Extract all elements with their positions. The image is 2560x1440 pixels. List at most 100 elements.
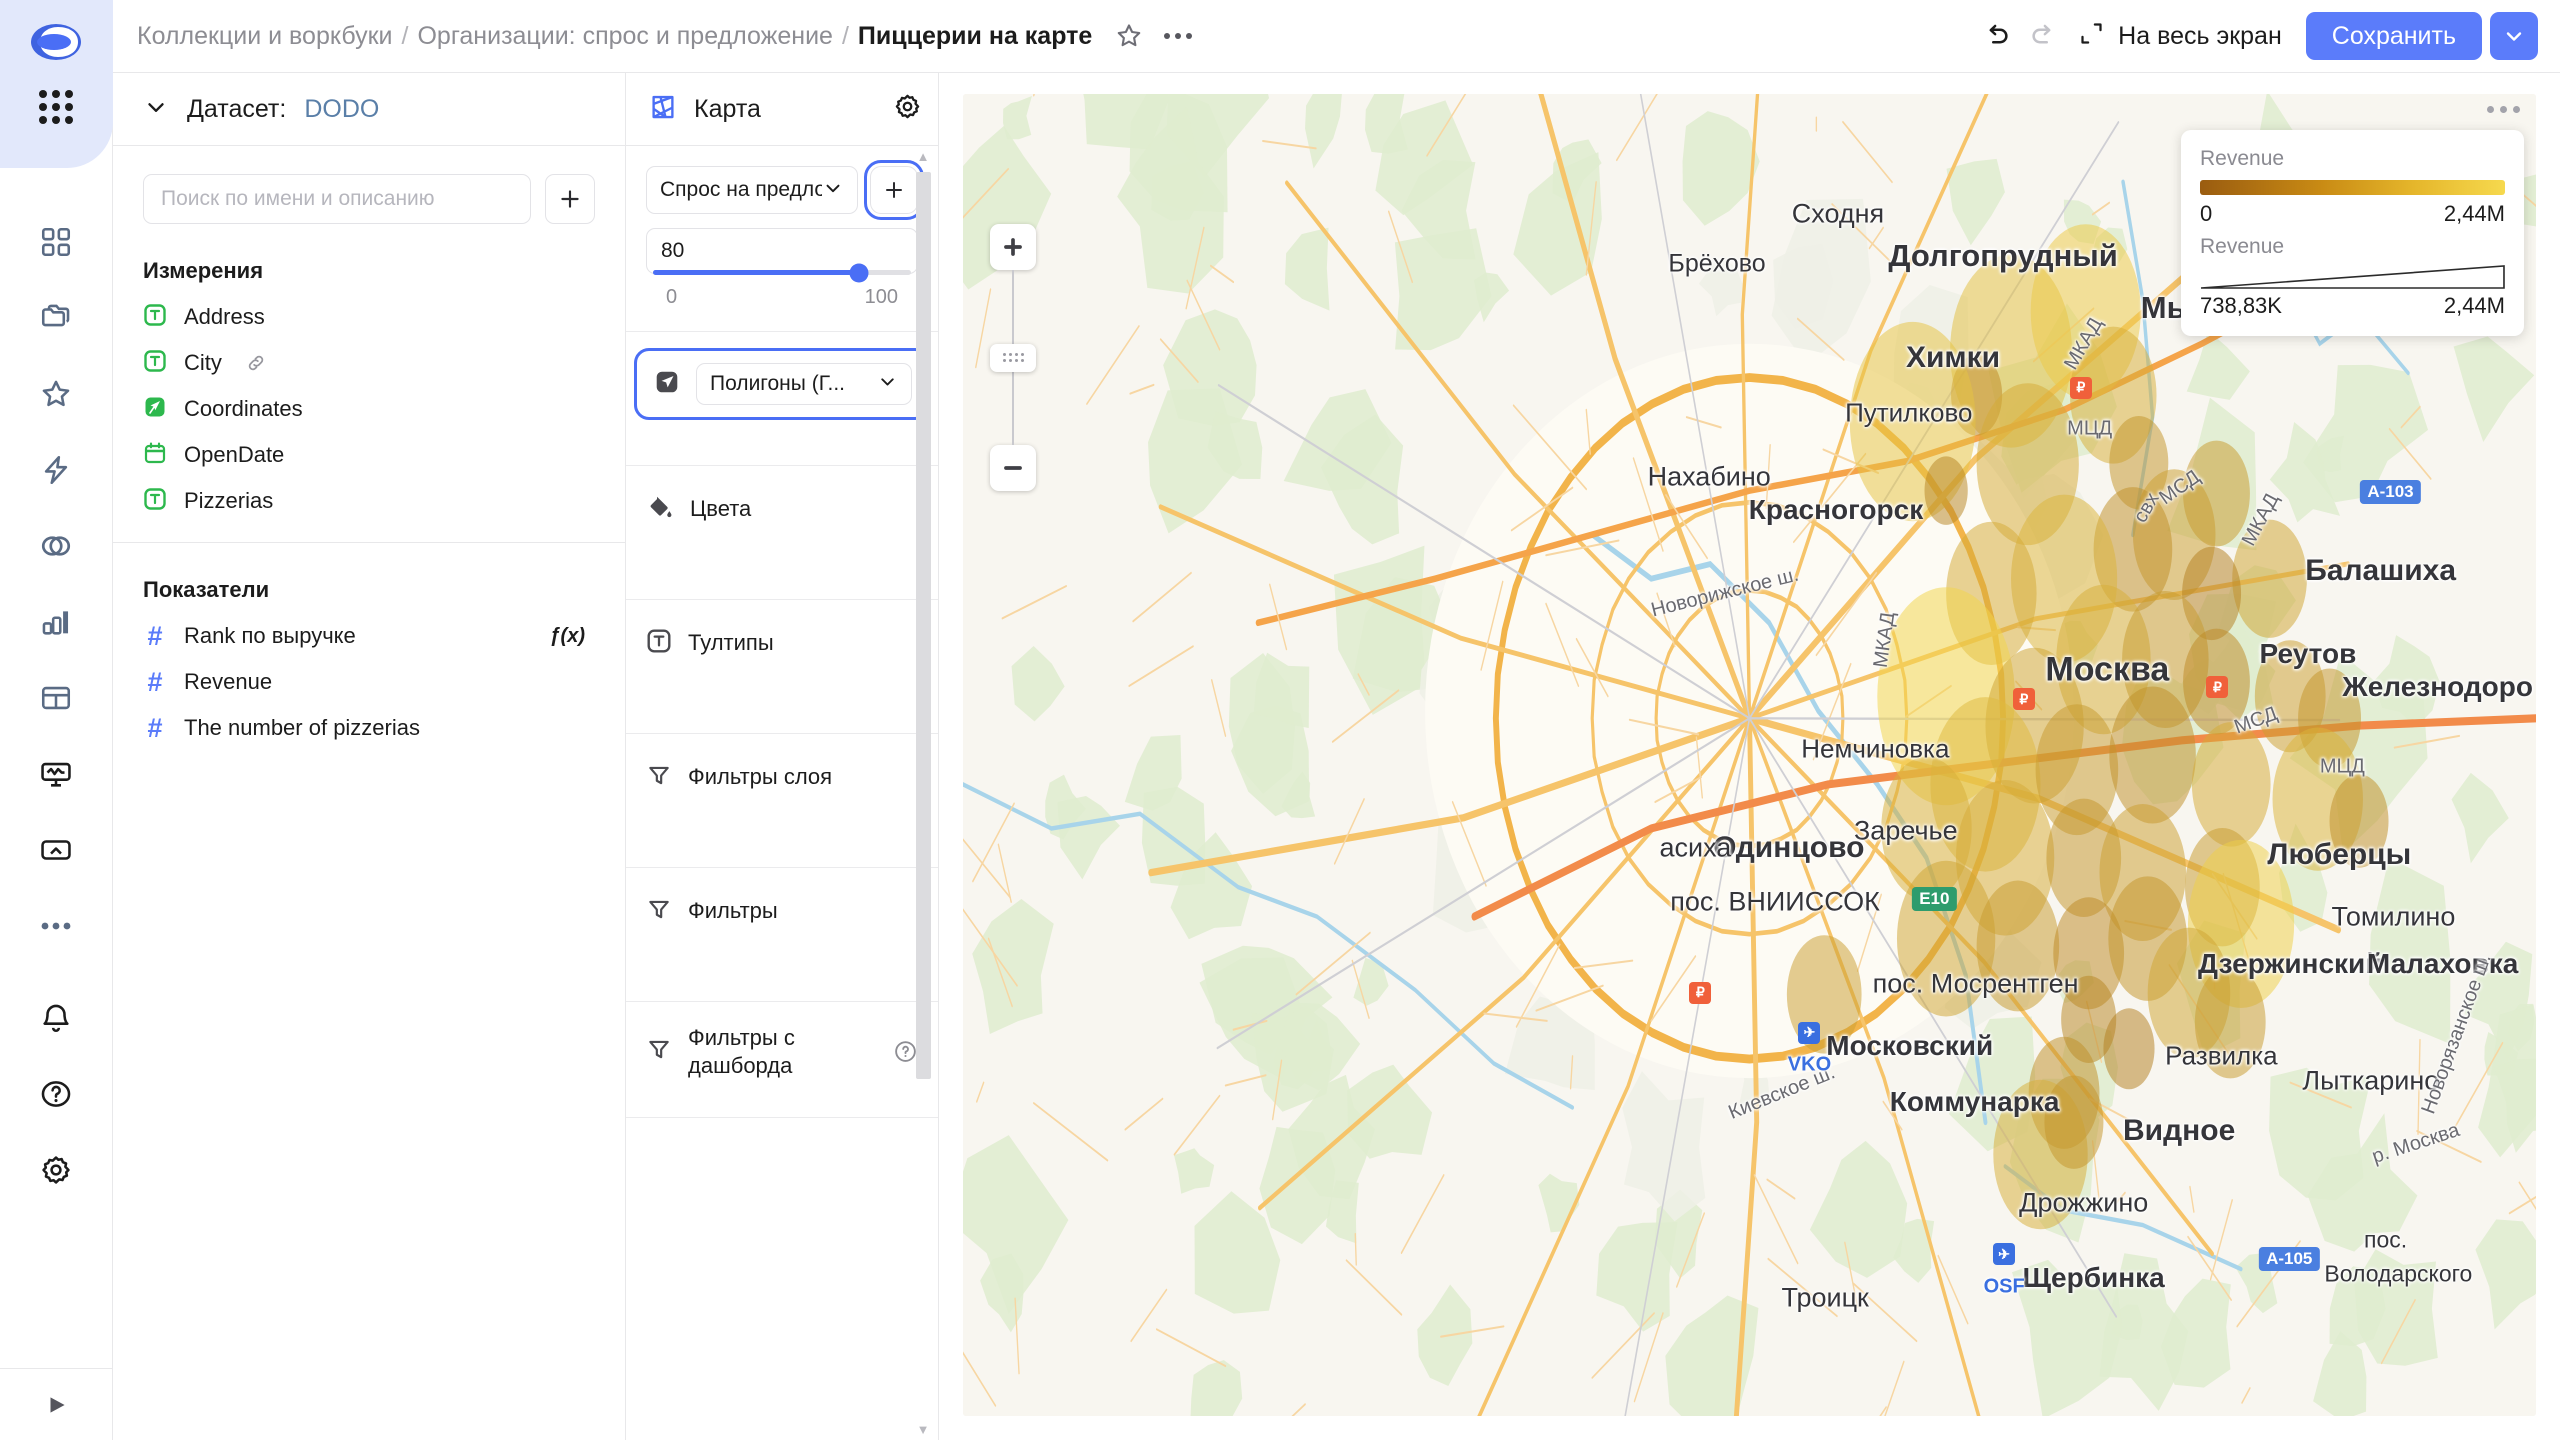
header-more-icon[interactable] bbox=[1164, 33, 1193, 39]
search-input-wrapper[interactable] bbox=[143, 174, 531, 224]
geometry-row[interactable]: Полигоны (Г... bbox=[634, 348, 930, 420]
map-zoom-controls bbox=[990, 224, 1036, 491]
list-item[interactable]: # Rank по выручке ƒ(x) bbox=[113, 613, 625, 659]
geometry-select[interactable]: Полигоны (Г... bbox=[696, 363, 912, 405]
section-label: Фильтры с дашборда bbox=[688, 1025, 795, 1078]
dataset-name[interactable]: DODO bbox=[304, 95, 379, 124]
text-field-icon bbox=[143, 349, 167, 378]
redo-arrow-icon[interactable] bbox=[2020, 13, 2066, 59]
legend-size-title: Revenue bbox=[2200, 235, 2285, 258]
rail-item-list bbox=[18, 204, 94, 964]
list-item[interactable]: # Revenue bbox=[113, 659, 625, 705]
chevron-up-icon[interactable]: ▲ bbox=[917, 150, 930, 163]
sidebar-item-tables[interactable] bbox=[18, 660, 94, 736]
filters-section-header[interactable]: Фильтры bbox=[626, 890, 938, 932]
field-label: Revenue bbox=[184, 669, 273, 694]
legend-color-gradient bbox=[2200, 180, 2505, 195]
chevron-down-icon[interactable]: ▼ bbox=[917, 1423, 930, 1436]
datalens-logo-icon[interactable] bbox=[28, 14, 84, 70]
legend-size-min: 738,83K bbox=[2200, 293, 2282, 318]
breadcrumb-item-current: Пиццерии на карте bbox=[857, 21, 1093, 50]
section-label: Тултипы bbox=[688, 630, 774, 655]
list-item[interactable]: OpenDate bbox=[113, 432, 625, 478]
zoom-slider-rail[interactable] bbox=[990, 270, 1036, 445]
list-item[interactable]: Coordinates bbox=[113, 386, 625, 432]
scrollbar-thumb[interactable] bbox=[915, 172, 931, 1079]
dataset-header[interactable]: Датасет: DODO bbox=[113, 73, 625, 146]
search-input[interactable] bbox=[161, 187, 513, 211]
scrollbar-track[interactable] bbox=[915, 172, 931, 1414]
tooltips-section-header[interactable]: Тултипы bbox=[626, 622, 938, 664]
legend-color-min: 0 bbox=[2200, 201, 2213, 226]
rail-bottom-items bbox=[18, 980, 94, 1208]
add-layer-button[interactable] bbox=[864, 160, 924, 220]
undo-arrow-icon[interactable] bbox=[1974, 13, 2020, 59]
settings-gear-icon[interactable] bbox=[18, 1132, 94, 1208]
sidebar-item-monitoring[interactable] bbox=[18, 736, 94, 812]
notifications-bell-icon[interactable] bbox=[18, 980, 94, 1056]
dashboard-filters-section: Фильтры с дашборда bbox=[626, 1002, 938, 1118]
text-field-icon bbox=[143, 303, 167, 332]
breadcrumb-item-0[interactable]: Коллекции и воркбуки bbox=[137, 22, 393, 51]
layer-select-value: Спрос на предложе... bbox=[660, 178, 822, 201]
list-item[interactable]: Address bbox=[113, 294, 625, 340]
map-chart-icon[interactable] bbox=[648, 92, 678, 127]
chevron-down-icon bbox=[822, 177, 844, 204]
save-options-chevron-down-icon[interactable] bbox=[2490, 12, 2538, 60]
sidebar-item-charts[interactable] bbox=[18, 584, 94, 660]
link-icon bbox=[245, 352, 267, 374]
config-sections: Спрос на предложе... bbox=[626, 146, 938, 1118]
field-label: Coordinates bbox=[184, 396, 303, 421]
config-header: Карта bbox=[626, 73, 938, 146]
help-question-icon[interactable] bbox=[18, 1056, 94, 1132]
list-item[interactable]: City bbox=[113, 340, 625, 386]
dimensions-list: Address City Coordinates OpenDate Pizzer… bbox=[113, 290, 625, 524]
dataset-panel: Датасет: DODO Измерения bbox=[113, 73, 626, 1440]
sidebar-item-files[interactable] bbox=[18, 812, 94, 888]
map-more-icon[interactable] bbox=[2487, 106, 2520, 113]
layer-select[interactable]: Спрос на предложе... bbox=[646, 166, 858, 214]
legend-size-values: 738,83K 2,44M bbox=[2200, 293, 2505, 319]
list-item[interactable]: Pizzerias bbox=[113, 478, 625, 524]
list-item[interactable]: # The number of pizzerias bbox=[113, 705, 625, 751]
body-columns: Датасет: DODO Измерения bbox=[113, 73, 2560, 1440]
zoom-out-button[interactable] bbox=[990, 445, 1036, 491]
save-button[interactable]: Сохранить bbox=[2305, 12, 2482, 60]
legend-color-values: 0 2,44M bbox=[2200, 201, 2505, 227]
opacity-value-box[interactable]: 80 bbox=[646, 228, 918, 282]
colors-section-header[interactable]: Цвета bbox=[626, 488, 938, 530]
text-field-icon bbox=[143, 487, 167, 516]
opacity-max: 100 bbox=[864, 286, 898, 308]
sidebar-item-connections[interactable] bbox=[18, 432, 94, 508]
sidebar-item-datasets[interactable] bbox=[18, 508, 94, 584]
dashboard-filters-section-header[interactable]: Фильтры с дашборда bbox=[626, 1024, 938, 1079]
breadcrumb-separator: / bbox=[401, 21, 409, 50]
fullscreen-label: На весь экран bbox=[2118, 21, 2282, 50]
dataset-search-row bbox=[113, 146, 625, 224]
legend-color-max: 2,44M bbox=[2443, 201, 2505, 226]
collapse-rail-button[interactable] bbox=[0, 1368, 113, 1440]
fullscreen-button[interactable]: На весь экран bbox=[2078, 20, 2282, 52]
sidebar-item-favorites[interactable] bbox=[18, 356, 94, 432]
drag-handle-icon[interactable] bbox=[990, 343, 1036, 372]
filter-funnel-icon bbox=[646, 1036, 672, 1067]
favorite-star-icon[interactable] bbox=[1114, 21, 1144, 51]
opacity-slider-knob[interactable] bbox=[849, 263, 869, 282]
sidebar-item-collections[interactable] bbox=[18, 280, 94, 356]
opacity-slider-track[interactable] bbox=[653, 263, 911, 282]
sidebar-item-dashboards[interactable] bbox=[18, 204, 94, 280]
dataset-label: Датасет: bbox=[187, 94, 287, 123]
layer-section: Спрос на предложе... bbox=[626, 146, 938, 332]
chart-settings-gear-icon[interactable] bbox=[893, 92, 922, 126]
apps-grid-icon[interactable] bbox=[29, 84, 83, 130]
sidebar-item-more[interactable] bbox=[18, 888, 94, 964]
map-canvas[interactable]: Revenue 0 2,44M Revenue 738,83K 2,44M Сх… bbox=[963, 94, 2536, 1416]
chevron-down-icon bbox=[143, 94, 169, 125]
layer-filters-section-header[interactable]: Фильтры слоя bbox=[626, 756, 938, 798]
breadcrumb-item-1[interactable]: Организации: спрос и предложение bbox=[417, 22, 832, 51]
chevron-down-icon bbox=[877, 371, 898, 397]
config-title: Карта bbox=[694, 94, 761, 123]
zoom-in-button[interactable] bbox=[990, 224, 1036, 270]
add-field-plus-icon[interactable] bbox=[545, 174, 595, 224]
config-scrollbar[interactable]: ▲ ▼ bbox=[912, 146, 934, 1440]
